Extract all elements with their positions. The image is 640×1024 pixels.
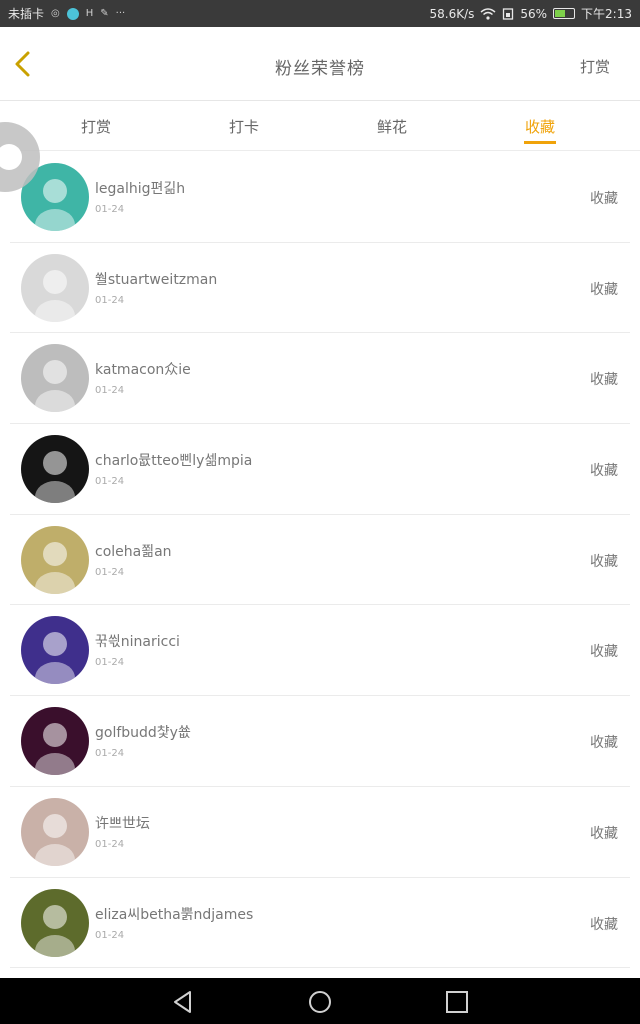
avatar[interactable] — [21, 888, 89, 957]
assist-ball-center-icon — [0, 144, 22, 170]
back-triangle-icon[interactable] — [170, 989, 196, 1015]
favorite-label: 收藏 — [590, 463, 618, 480]
tab-checkin[interactable]: 打卡 — [170, 101, 318, 150]
favorite-label: 收藏 — [590, 281, 618, 298]
favorite-label: 收藏 — [590, 916, 618, 933]
user-name: legalhig편긺h — [95, 181, 186, 197]
list-item[interactable]: 꾺씏ninaricci 01-24 收藏 — [10, 605, 630, 697]
battery-icon — [553, 8, 576, 19]
list-item[interactable]: charlo뮶tteo삔ly셂mpia 01-24 收藏 — [10, 424, 630, 515]
tab-tip[interactable]: 打赏 — [22, 101, 170, 150]
date-label: 01-24 — [95, 657, 125, 669]
status-bar: 未插卡 ◎ H ✎ ··· 58.6K/s 56% 下午2:13 — [0, 0, 640, 27]
favorite-label: 收藏 — [590, 553, 618, 570]
list-item[interactable]: 许쁘世坛 01-24 收藏 — [10, 787, 630, 878]
home-circle-icon[interactable] — [307, 989, 333, 1015]
user-name: 许쁘世坛 — [95, 815, 150, 832]
date-label: 01-24 — [95, 294, 125, 306]
user-name: golfbudd챷y쑚 — [95, 725, 191, 742]
avatar[interactable] — [21, 707, 89, 776]
app-icon: H — [85, 8, 94, 19]
favorite-label: 收藏 — [590, 372, 618, 389]
date-label: 01-24 — [95, 566, 125, 578]
list-item[interactable]: coleha쬚an 01-24 收藏 — [10, 515, 630, 606]
notification-icon: ◎ — [51, 8, 60, 19]
list-item[interactable]: eliza씨betha뿕ndjames 01-24 收藏 — [10, 878, 630, 969]
more-icon: ··· — [115, 8, 126, 19]
favorite-label: 收藏 — [590, 644, 618, 661]
header-tip-button[interactable]: 打赏 — [580, 56, 610, 77]
list-item[interactable]: golfbudd챷y쑚 01-24 收藏 — [10, 696, 630, 787]
settings-icon: ✎ — [100, 8, 109, 19]
moon-icon — [66, 7, 79, 20]
avatar[interactable] — [21, 616, 89, 685]
system-nav-bar — [0, 978, 640, 1024]
date-label: 01-24 — [95, 204, 125, 215]
avatar[interactable] — [21, 435, 89, 504]
carrier-label: 未插卡 — [8, 7, 45, 21]
user-name: katmacon众ie — [95, 362, 191, 379]
date-label: 01-24 — [95, 838, 125, 850]
tab-bar: 打赏 打卡 鲜花 收藏 — [0, 101, 640, 151]
avatar[interactable] — [21, 525, 89, 594]
user-name: 꾺씏ninaricci — [95, 634, 180, 651]
list-item[interactable]: 쒈stuartweitzman 01-24 收藏 — [10, 243, 630, 334]
avatar[interactable] — [21, 797, 89, 866]
page-title: 粉丝荣誉榜 — [275, 59, 365, 79]
clock: 下午2:13 — [581, 7, 632, 21]
user-name: eliza씨betha뿕ndjames — [95, 906, 254, 923]
app-header: 粉丝荣誉榜 打赏 — [0, 27, 640, 101]
tab-favorites[interactable]: 收藏 — [466, 101, 614, 150]
network-speed: 58.6K/s — [429, 6, 475, 21]
favorite-label: 收藏 — [590, 825, 618, 842]
user-name: coleha쬚an — [95, 543, 172, 560]
wifi-icon — [480, 7, 496, 20]
date-label: 01-24 — [95, 929, 125, 941]
status-bar-right: 58.6K/s 56% 下午2:13 — [429, 5, 632, 22]
recents-square-icon[interactable] — [444, 989, 470, 1015]
status-bar-left: 未插卡 ◎ H ✎ ··· — [8, 5, 125, 22]
avatar[interactable] — [21, 253, 89, 322]
date-label: 01-24 — [95, 748, 125, 760]
sim-icon — [503, 7, 514, 20]
list-item[interactable]: legalhig편긺h 01-24 收藏 — [10, 152, 630, 243]
user-name: 쒈stuartweitzman — [95, 271, 218, 288]
user-name: charlo뮶tteo삔ly셂mpia — [95, 453, 253, 470]
avatar[interactable] — [21, 344, 89, 413]
date-label: 01-24 — [95, 476, 125, 488]
battery-percent: 56% — [520, 6, 548, 21]
fan-list: legalhig편긺h 01-24 收藏 쒈stuartweitzman 01-24 收藏… — [10, 152, 630, 969]
tab-flowers[interactable]: 鲜花 — [318, 101, 466, 150]
favorite-label: 收藏 — [590, 191, 618, 207]
list-item[interactable]: katmacon众ie 01-24 收藏 — [10, 333, 630, 425]
favorite-label: 收藏 — [590, 735, 618, 752]
date-label: 01-24 — [95, 385, 125, 397]
